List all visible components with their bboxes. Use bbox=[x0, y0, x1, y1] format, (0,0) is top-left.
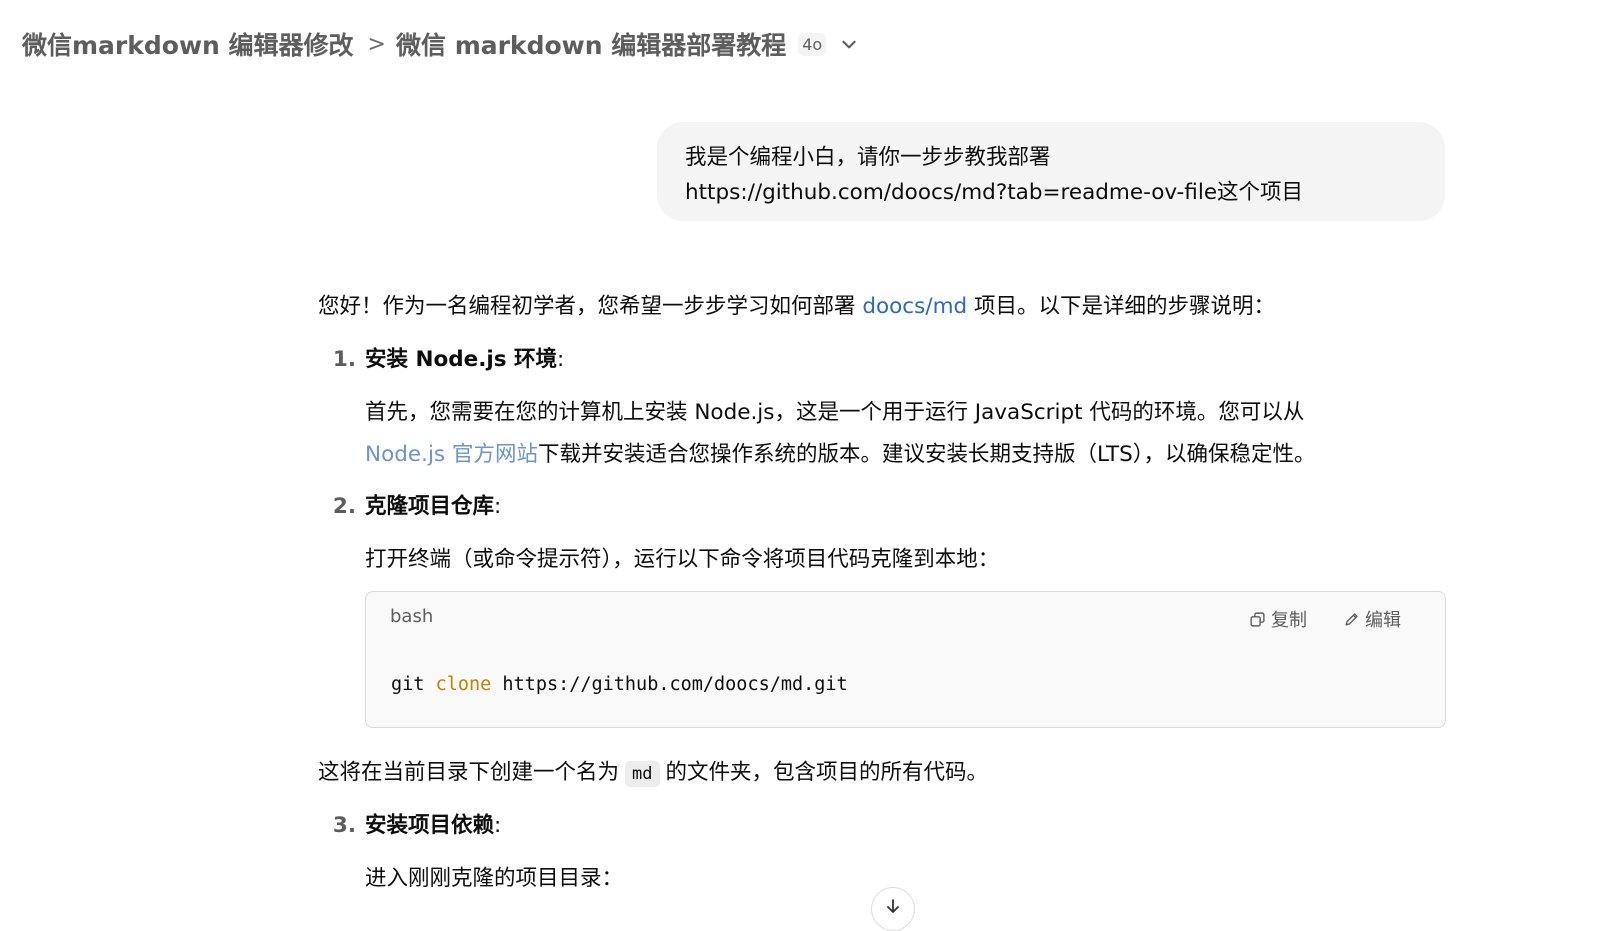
nodejs-website-link[interactable]: Node.js 官方网站 bbox=[365, 442, 538, 467]
after-code-paragraph: 这将在当前目录下创建一个名为 md 的文件夹，包含项目的所有代码。 bbox=[318, 760, 989, 787]
code-actions: 复制 编辑 bbox=[1249, 606, 1401, 632]
step-title: 克隆项目仓库 bbox=[365, 494, 495, 519]
step-number: 3. bbox=[332, 813, 356, 838]
inline-code: md bbox=[625, 761, 660, 787]
step-title: 安装项目依赖 bbox=[365, 813, 495, 838]
copy-button[interactable]: 复制 bbox=[1249, 606, 1307, 632]
scroll-down-button[interactable] bbox=[871, 887, 915, 931]
project-name[interactable]: 微信markdown 编辑器修改 bbox=[22, 26, 354, 62]
edit-button[interactable]: 编辑 bbox=[1343, 606, 1401, 632]
step-number: 2. bbox=[332, 494, 356, 519]
chevron-down-icon[interactable] bbox=[840, 35, 858, 53]
doocs-md-link[interactable]: doocs/md bbox=[862, 294, 967, 319]
code-keyword: clone bbox=[435, 674, 492, 695]
code-language-label: bash bbox=[390, 606, 434, 627]
step-1-line-1: 首先，您需要在您的计算机上安装 Node.js，这是一个用于运行 JavaScr… bbox=[365, 400, 1305, 425]
breadcrumb-separator: > bbox=[367, 31, 386, 57]
assistant-intro: 您好！作为一名编程初学者，您希望一步步学习如何部署 doocs/md 项目。以下… bbox=[318, 294, 1275, 319]
step-2-text: 打开终端（或命令提示符），运行以下命令将项目代码克隆到本地： bbox=[365, 547, 1000, 572]
edit-label: 编辑 bbox=[1365, 610, 1401, 631]
step-title: 安装 Node.js 环境 bbox=[365, 347, 558, 372]
user-message-bubble: 我是个编程小白，请你一步步教我部署 https://github.com/doo… bbox=[657, 122, 1445, 221]
conversation-title[interactable]: 微信 markdown 编辑器部署教程 bbox=[396, 26, 786, 62]
code-content: git clone https://github.com/doocs/md.gi… bbox=[391, 674, 848, 695]
model-badge[interactable]: 4o bbox=[798, 32, 827, 56]
step-number: 1. bbox=[332, 347, 356, 372]
breadcrumb: 微信markdown 编辑器修改 > 微信 markdown 编辑器部署教程 4… bbox=[22, 24, 858, 64]
copy-label: 复制 bbox=[1271, 610, 1307, 631]
code-block: bash 复制 编辑 git clone https://github.com/… bbox=[365, 591, 1446, 728]
arrow-down-icon bbox=[887, 899, 899, 913]
step-1-line-2: Node.js 官方网站下载并安装适合您操作系统的版本。建议安装长期支持版（LT… bbox=[365, 442, 1316, 467]
copy-icon bbox=[1250, 611, 1265, 627]
pencil-icon bbox=[1345, 612, 1358, 626]
